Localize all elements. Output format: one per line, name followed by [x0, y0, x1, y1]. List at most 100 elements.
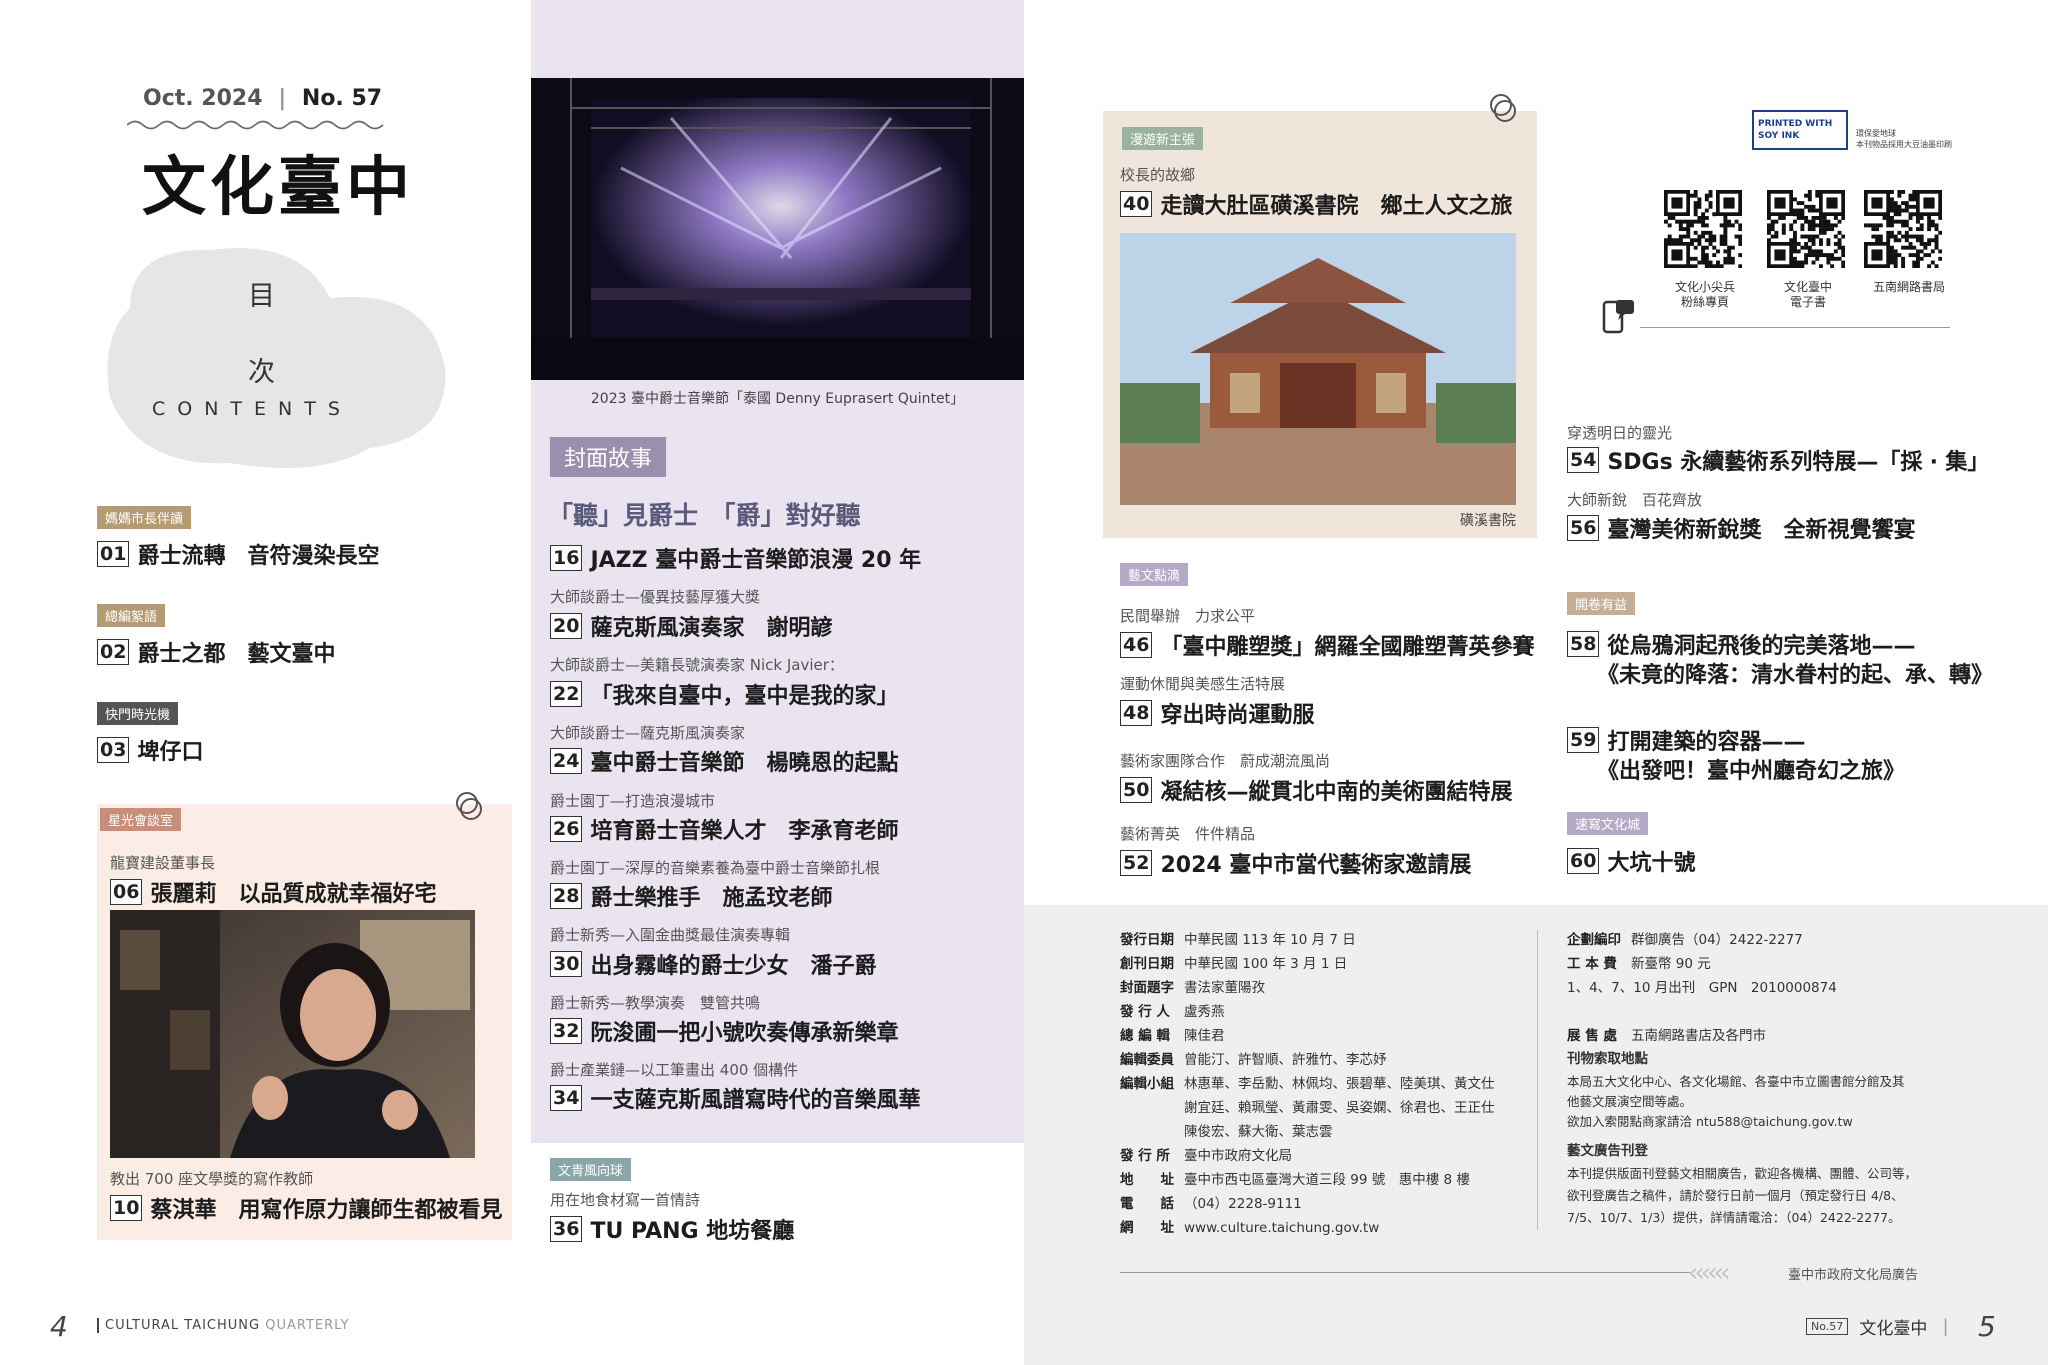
left-page-number: 4 — [50, 1310, 68, 1343]
toc-entry-34[interactable]: 34 一支薩克斯風譜寫時代的音樂風華 — [550, 1082, 920, 1114]
page-number: 58 — [1567, 631, 1600, 657]
colophon-row: 創刊日期 中華民國 100 年 3 月 1 日 — [1120, 952, 1347, 972]
cover-story-label: 封面故事 — [550, 437, 667, 477]
toc-entry-40[interactable]: 40 走讀大肚區磺溪書院 鄉土人文之旅 — [1120, 188, 1512, 220]
toc-entry-24[interactable]: 24 臺中爵士音樂節 楊曉恩的起點 — [550, 745, 898, 777]
entry-title: 埤仔口 — [137, 740, 204, 765]
toc-entry-30[interactable]: 30 出身霧峰的爵士少女 潘子爵 — [550, 948, 876, 980]
qr-code-icon[interactable] — [1864, 190, 1942, 268]
colophon-row: 電 話 （04）2228-9111 — [1120, 1192, 1302, 1212]
ad-text: 7/5、10/7、1/3）提供，詳情請電洽：（04）2422-2277。 — [1567, 1210, 1901, 1225]
entry-kicker: 穿透明日的靈光 — [1567, 424, 1673, 442]
qr-code-icon[interactable] — [1767, 190, 1845, 268]
entry-title: 「臺中雕塑獎」網羅全國雕塑菁英參賽 — [1160, 635, 1535, 660]
page-number: 50 — [1120, 777, 1153, 803]
toc-entry-48[interactable]: 48 穿出時尚運動服 — [1120, 697, 1314, 729]
entry-kicker: 龍寶建設董事長 — [110, 854, 216, 872]
page-number: 06 — [110, 879, 143, 905]
entry-title-line1: 從烏鴉洞起飛後的完美落地—— — [1607, 634, 1916, 659]
soy-ink-note-line2: 本刊物品採用大豆油墨印刷 — [1856, 140, 1952, 149]
page-number: 59 — [1567, 727, 1600, 753]
section-tag-arts: 藝文點滴 — [1120, 563, 1189, 586]
entry-title-line1: 打開建築的容器—— — [1607, 730, 1806, 755]
colophon-row: 發行日期 中華民國 113 年 10 月 7 日 — [1120, 928, 1356, 948]
toc-entry-26[interactable]: 26 培育爵士音樂人才 李承育老師 — [550, 813, 898, 845]
entry-title: 培育爵士音樂人才 李承育老師 — [590, 819, 899, 844]
qr-caption-line: 粉絲專頁 — [1680, 295, 1729, 309]
page-number: 10 — [110, 1195, 143, 1221]
toc-entry-03[interactable]: 03 埤仔口 — [97, 734, 203, 766]
entry-kicker: 藝術菁英 件件精品 — [1120, 825, 1256, 843]
issue-number: No. 57 — [301, 86, 383, 111]
page-number: 30 — [550, 951, 583, 977]
label: 總 編 輯 — [1120, 1028, 1170, 1044]
toc-entry-16[interactable]: 16 JAZZ 臺中爵士音樂節浪漫 20 年 — [550, 542, 921, 574]
entry-kicker: 運動休閒與美感生活特展 — [1120, 675, 1286, 693]
value: 曾能汀、許智順、許雅竹、李芯妤 — [1184, 1052, 1387, 1068]
value: 陳佳君 — [1184, 1028, 1225, 1044]
page-number: 32 — [550, 1018, 583, 1044]
label: 網 址 — [1120, 1220, 1174, 1236]
entry-title: 蔡淇華 用寫作原力讓師生都被看見 — [150, 1198, 503, 1223]
toc-entry-58[interactable]: 58 從烏鴉洞起飛後的完美落地—— — [1567, 628, 1915, 660]
colophon-cost: 工 本 費新臺幣 90 元 — [1567, 952, 1711, 972]
toc-entry-20[interactable]: 20 薩克斯風演奏家 謝明諺 — [550, 610, 832, 642]
toc-entry-59[interactable]: 59 打開建築的容器—— — [1567, 724, 1805, 756]
toc-entry-10[interactable]: 10 蔡淇華 用寫作原力讓師生都被看見 — [110, 1192, 502, 1224]
label: 編輯委員 — [1120, 1052, 1174, 1068]
contents-label-en: CONTENTS — [152, 398, 352, 420]
chevrons-icon: ‹‹‹‹‹‹ — [1688, 1258, 1730, 1288]
page-number: 24 — [550, 748, 583, 774]
entry-title: 大坑十號 — [1607, 851, 1696, 876]
entry-kicker: 爵士園丁—打造浪漫城市 — [550, 792, 716, 810]
toc-entry-60[interactable]: 60 大坑十號 — [1567, 845, 1695, 877]
page-number: 28 — [550, 883, 583, 909]
entry-title: 張麗莉 以品質成就幸福好宅 — [150, 882, 437, 907]
toc-entry-06[interactable]: 06 張麗莉 以品質成就幸福好宅 — [110, 876, 436, 908]
soy-ink-text: PRINTED WITH SOY INK — [1758, 119, 1833, 141]
label: 電 話 — [1120, 1196, 1174, 1212]
colophon-row: 發 行 所臺中市政府文化局 — [1120, 1144, 1292, 1164]
value: 群御廣告（04）2422-2277 — [1631, 932, 1803, 948]
colophon-row: 封面題字 書法家董陽孜 — [1120, 976, 1265, 996]
toc-entry-01[interactable]: 01 爵士流轉 音符漫染長空 — [97, 538, 379, 570]
toc-entry-52[interactable]: 52 2024 臺中市當代藝術家邀請展 — [1120, 847, 1471, 879]
value: 臺中市西屯區臺灣大道三段 99 號 惠中樓 8 樓 — [1184, 1172, 1470, 1188]
academy-photo — [1120, 233, 1516, 505]
toc-entry-32[interactable]: 32 阮浚圃一把小號吹奏傳承新樂章 — [550, 1015, 898, 1047]
label: 發行日期 — [1120, 932, 1174, 948]
page-number: 46 — [1120, 632, 1153, 658]
soy-ink-note: 環保愛地球 本刊物品採用大豆油墨印刷 — [1856, 128, 1952, 150]
colophon-row: 地 址臺中市西屯區臺灣大道三段 99 號 惠中樓 8 樓 — [1120, 1168, 1470, 1188]
page-number: 60 — [1567, 848, 1600, 874]
entry-kicker: 校長的故鄉 — [1120, 166, 1196, 184]
toc-entry-50[interactable]: 50 凝結核—縱貫北中南的美術團結特展 — [1120, 774, 1512, 806]
section-tag-editor: 總編絮語 — [97, 604, 166, 627]
entry-title: 爵士樂推手 施孟玟老師 — [590, 886, 833, 911]
colophon-sale: 展 售 處五南網路書店及各門市 — [1567, 1024, 1766, 1044]
value: 新臺幣 90 元 — [1631, 956, 1711, 972]
toc-entry-56[interactable]: 56 臺灣美術新銳獎 全新視覺饗宴 — [1567, 512, 1915, 544]
toc-entry-36[interactable]: 36 TU PANG 地坊餐廳 — [550, 1213, 794, 1245]
contents-cloud — [107, 248, 446, 468]
label: 工 本 費 — [1567, 956, 1617, 972]
toc-entry-54[interactable]: 54 SDGs 永續藝術系列特展—「採 ‧ 集」 — [1567, 444, 1989, 476]
page-number: 02 — [97, 639, 130, 665]
colophon-row: 發 行 人盧秀燕 — [1120, 1000, 1225, 1020]
label: 發 行 人 — [1120, 1004, 1170, 1020]
toc-entry-46[interactable]: 46 「臺中雕塑獎」網羅全國雕塑菁英參賽 — [1120, 629, 1534, 661]
entry-title: 爵士流轉 音符漫染長空 — [137, 544, 380, 569]
qr-code-icon[interactable] — [1664, 190, 1742, 268]
toc-entry-22[interactable]: 22 「我來自臺中，臺中是我的家」 — [550, 678, 898, 710]
page-number: 16 — [550, 545, 583, 571]
entry-kicker: 大師談爵士—優異技藝厚獲大獎 — [550, 588, 761, 606]
toc-entry-02[interactable]: 02 爵士之都 藝文臺中 — [97, 636, 335, 668]
pickup-text: 他藝文展演空間等處。 — [1567, 1094, 1693, 1109]
pickup-text: 欲加入索閱點商家請洽 ntu588@taichung.gov.tw — [1567, 1114, 1853, 1129]
contents-label-cjk-2: 次 — [248, 357, 275, 388]
magazine-logo: 文化臺中 — [142, 150, 414, 225]
toc-entry-28[interactable]: 28 爵士樂推手 施孟玟老師 — [550, 880, 832, 912]
pickup-title: 刊物索取地點 — [1567, 1051, 1648, 1067]
left-footer-label: CULTURAL TAICHUNG QUARTERLY — [97, 1318, 350, 1333]
entry-kicker: 民間舉辦 力求公平 — [1120, 607, 1256, 625]
